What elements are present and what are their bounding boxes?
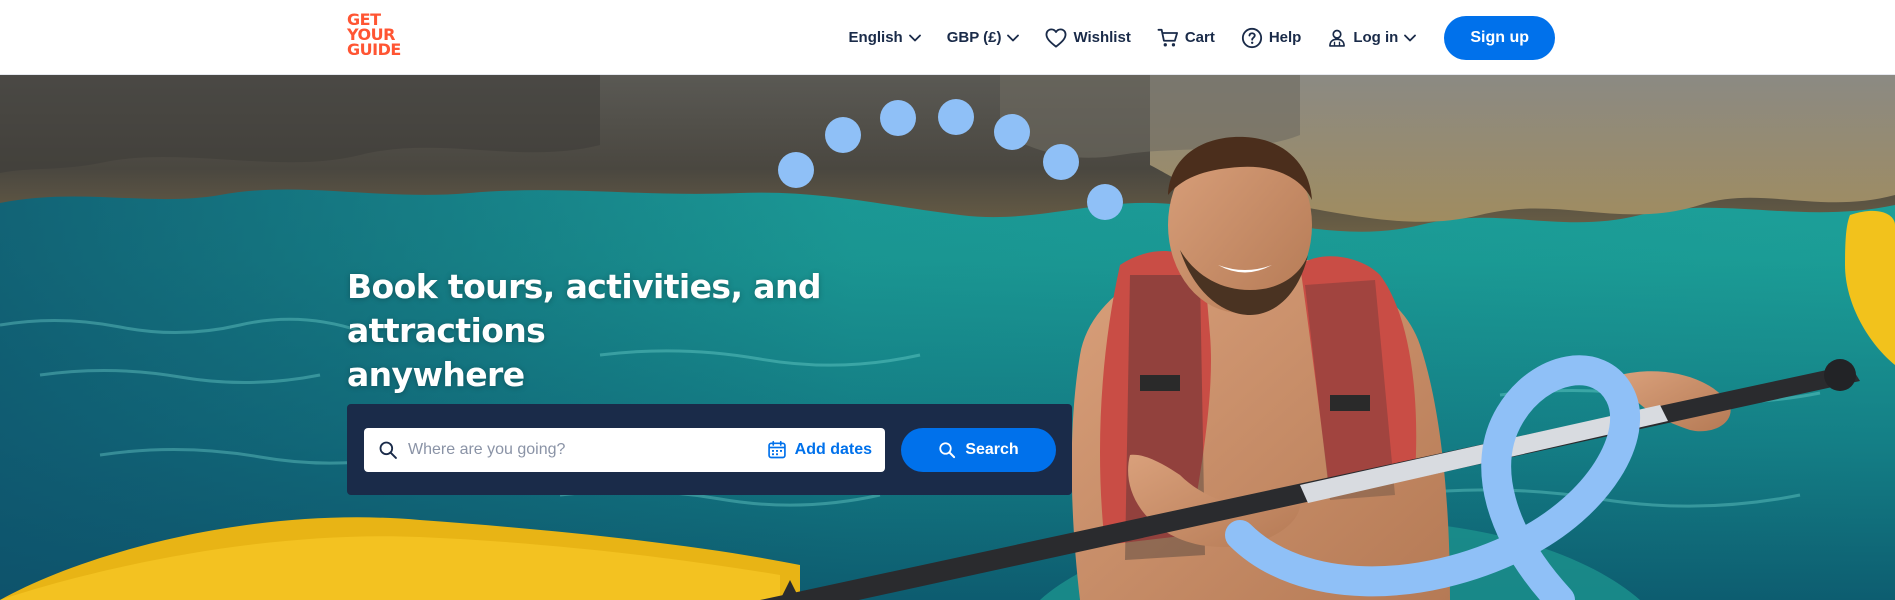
search-button[interactable]: Search bbox=[901, 428, 1056, 472]
add-dates-button[interactable]: Add dates bbox=[767, 428, 872, 472]
login-label: Log in bbox=[1353, 29, 1399, 46]
language-selector[interactable]: English bbox=[849, 29, 921, 46]
top-nav: English GBP (£) Wishlist Cart Help Log i… bbox=[823, 0, 1555, 75]
heart-icon bbox=[1045, 27, 1067, 48]
help-link[interactable]: Help bbox=[1241, 27, 1302, 49]
help-label: Help bbox=[1268, 29, 1302, 46]
help-icon bbox=[1241, 27, 1262, 48]
login-menu[interactable]: Log in bbox=[1327, 28, 1417, 48]
getyourguide-logo[interactable]: GET YOUR GUIDE bbox=[347, 12, 409, 59]
chevron-down-icon bbox=[908, 34, 921, 41]
search-icon bbox=[379, 441, 397, 459]
chevron-down-icon bbox=[1007, 34, 1020, 41]
destination-search-field[interactable]: Add dates bbox=[364, 428, 885, 472]
cart-label: Cart bbox=[1184, 29, 1215, 46]
hero-title-line-2: anywhere bbox=[347, 355, 525, 394]
hero-banner: Book tours, activities, and attractions … bbox=[0, 75, 1895, 600]
chevron-down-icon bbox=[1404, 34, 1417, 41]
wishlist-link[interactable]: Wishlist bbox=[1045, 27, 1131, 48]
search-panel: Add dates Search bbox=[347, 404, 1072, 495]
destination-input[interactable] bbox=[408, 430, 748, 470]
hero-title: Book tours, activities, and attractions … bbox=[347, 265, 1007, 397]
currency-selector[interactable]: GBP (£) bbox=[947, 29, 1020, 46]
logo-line-3: GUIDE bbox=[347, 40, 401, 59]
calendar-icon bbox=[767, 440, 786, 459]
currency-label: GBP (£) bbox=[946, 29, 1002, 46]
add-dates-label: Add dates bbox=[794, 441, 872, 458]
wishlist-label: Wishlist bbox=[1073, 29, 1131, 46]
language-label: English bbox=[848, 29, 903, 46]
sign-up-button[interactable]: Sign up bbox=[1444, 15, 1555, 60]
search-icon bbox=[939, 442, 956, 459]
cart-link[interactable]: Cart bbox=[1157, 28, 1215, 48]
user-icon bbox=[1329, 29, 1346, 47]
hero-title-line-1: Book tours, activities, and attractions bbox=[347, 267, 821, 350]
site-header: GET YOUR GUIDE English GBP (£) Wishlist bbox=[0, 0, 1895, 75]
cart-icon bbox=[1157, 28, 1178, 46]
search-button-label: Search bbox=[965, 441, 1019, 458]
